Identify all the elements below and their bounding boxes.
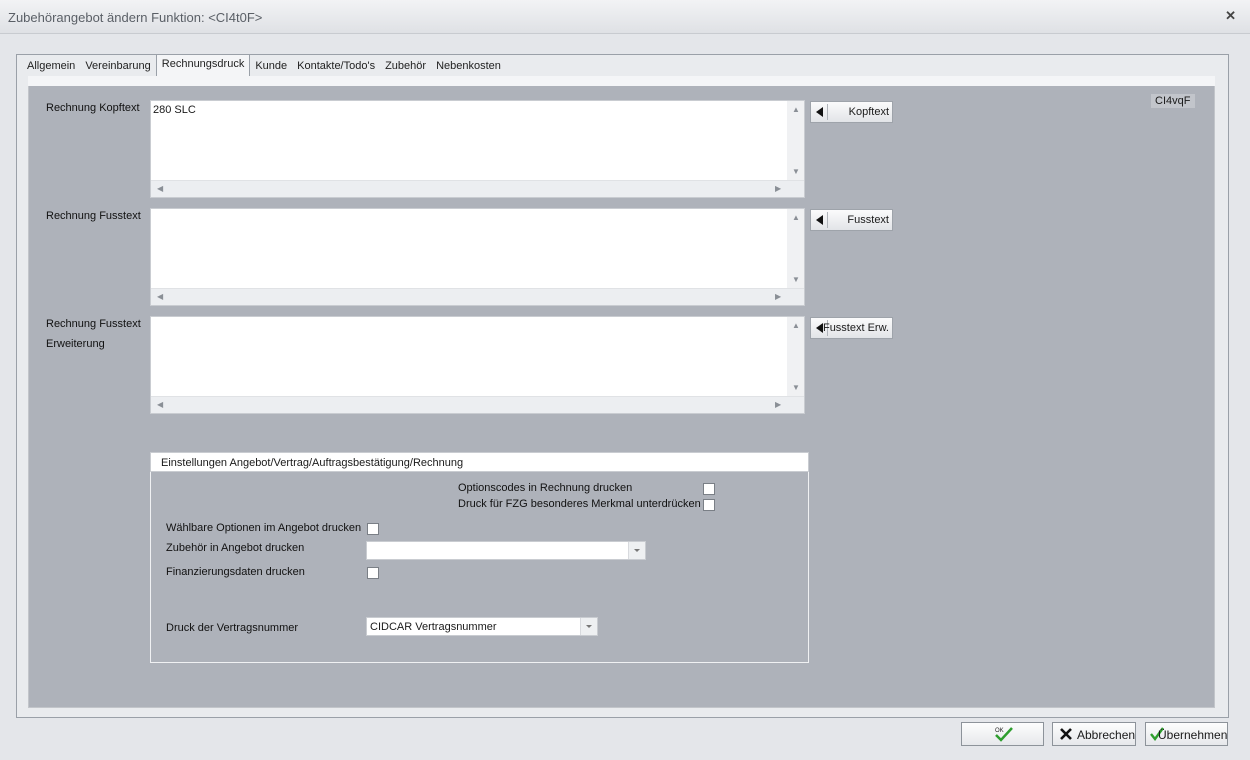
optionscodes-label: Optionscodes in Rechnung drucken [458, 482, 633, 494]
kopftext-textarea[interactable]: 280 SLC ▲ ▼ ◀ ▶ [150, 100, 805, 198]
apply-button-label: Übernehmen [1158, 728, 1228, 742]
finanzierungsdaten-label: Finanzierungsdaten drucken [166, 566, 305, 578]
panel-top-strip [28, 76, 1215, 86]
ok-check-icon: OK [995, 727, 1013, 742]
vertragsnummer-value: CIDCAR Vertragsnummer [370, 621, 497, 633]
scroll-right-icon[interactable]: ▶ [775, 292, 781, 301]
fzg-merkmal-label: Druck für FZG besonderes Merkmal unterdr… [458, 498, 701, 510]
settings-group-header: Einstellungen Angebot/Vertrag/Auftragsbe… [150, 452, 809, 472]
optionscodes-checkbox[interactable] [703, 483, 715, 495]
close-icon[interactable]: ✕ [1225, 8, 1236, 24]
fusstext-erw-horizontal-scrollbar[interactable]: ◀ ▶ [151, 396, 804, 413]
kopftext-button[interactable]: Kopftext [810, 101, 893, 123]
vertragsnummer-label: Druck der Vertragsnummer [166, 622, 299, 634]
fusstext-erw-button[interactable]: Fusstext Erw. [810, 317, 893, 339]
fusstext-erw-vertical-scrollbar[interactable]: ▲ ▼ [787, 317, 804, 398]
fusstext-erw-label-line2: Erweiterung [46, 338, 105, 350]
ok-button[interactable]: OK [961, 722, 1044, 746]
scroll-down-icon[interactable]: ▼ [792, 167, 800, 176]
cancel-button-label: Abbrechen [1077, 728, 1136, 742]
waehlbare-optionen-checkbox[interactable] [367, 523, 379, 535]
scroll-right-icon[interactable]: ▶ [775, 400, 781, 409]
fusstext-horizontal-scrollbar[interactable]: ◀ ▶ [151, 288, 804, 305]
close-x-icon [1060, 728, 1072, 740]
kopftext-label: Rechnung Kopftext [46, 102, 140, 114]
scroll-left-icon[interactable]: ◀ [157, 184, 163, 193]
apply-button[interactable]: Übernehmen [1145, 722, 1228, 746]
fusstext-label: Rechnung Fusstext [46, 210, 141, 222]
chevron-down-icon[interactable] [580, 618, 597, 635]
scroll-left-icon[interactable]: ◀ [157, 292, 163, 301]
tab-bar: Allgemein Vereinbarung Rechnungsdruck Ku… [22, 54, 506, 76]
fusstext-button[interactable]: Fusstext [810, 209, 893, 231]
vertragsnummer-select[interactable]: CIDCAR Vertragsnummer [366, 617, 598, 636]
fusstext-vertical-scrollbar[interactable]: ▲ ▼ [787, 209, 804, 290]
tab-zubehoer[interactable]: Zubehör [380, 56, 431, 76]
fusstext-button-label: Fusstext [847, 214, 889, 226]
arrow-left-icon [816, 107, 823, 117]
arrow-left-icon [816, 215, 823, 225]
tab-allgemein[interactable]: Allgemein [22, 56, 80, 76]
scroll-up-icon[interactable]: ▲ [792, 105, 800, 114]
fzg-merkmal-checkbox[interactable] [703, 499, 715, 511]
title-bar: Zubehörangebot ändern Funktion: <CI4t0F>… [0, 0, 1250, 34]
window-title: Zubehörangebot ändern Funktion: <CI4t0F> [8, 10, 263, 25]
tab-vereinbarung[interactable]: Vereinbarung [80, 56, 155, 76]
fusstext-erw-button-label: Fusstext Erw. [822, 322, 889, 334]
zubehoer-drucken-select[interactable] [366, 541, 646, 560]
settings-group-title: Einstellungen Angebot/Vertrag/Auftragsbe… [161, 457, 464, 469]
scroll-left-icon[interactable]: ◀ [157, 400, 163, 409]
tab-rechnungsdruck[interactable]: Rechnungsdruck [155, 54, 251, 76]
fusstext-erw-textarea[interactable]: ▲ ▼ ◀ ▶ [150, 316, 805, 414]
kopftext-value: 280 SLC [153, 104, 196, 116]
arrow-left-icon [816, 323, 823, 333]
fusstext-erw-label-line1: Rechnung Fusstext [46, 318, 141, 330]
tab-nebenkosten[interactable]: Nebenkosten [431, 56, 506, 76]
scroll-down-icon[interactable]: ▼ [792, 383, 800, 392]
ok-icon-text: OK [995, 728, 1004, 734]
scroll-up-icon[interactable]: ▲ [792, 321, 800, 330]
tab-kontakte-todos[interactable]: Kontakte/Todo's [292, 56, 380, 76]
kopftext-horizontal-scrollbar[interactable]: ◀ ▶ [151, 180, 804, 197]
waehlbare-optionen-label: Wählbare Optionen im Angebot drucken [166, 522, 362, 534]
cancel-button[interactable]: Abbrechen [1052, 722, 1136, 746]
zubehoer-drucken-label: Zubehör in Angebot drucken [166, 542, 305, 554]
record-id-badge: CI4vqF [1151, 94, 1195, 108]
tab-kunde[interactable]: Kunde [250, 56, 292, 76]
scroll-up-icon[interactable]: ▲ [792, 213, 800, 222]
finanzierungsdaten-checkbox[interactable] [367, 567, 379, 579]
chevron-down-icon[interactable] [628, 542, 645, 559]
kopftext-vertical-scrollbar[interactable]: ▲ ▼ [787, 101, 804, 182]
kopftext-button-label: Kopftext [848, 106, 889, 118]
scroll-down-icon[interactable]: ▼ [792, 275, 800, 284]
fusstext-textarea[interactable]: ▲ ▼ ◀ ▶ [150, 208, 805, 306]
scroll-right-icon[interactable]: ▶ [775, 184, 781, 193]
